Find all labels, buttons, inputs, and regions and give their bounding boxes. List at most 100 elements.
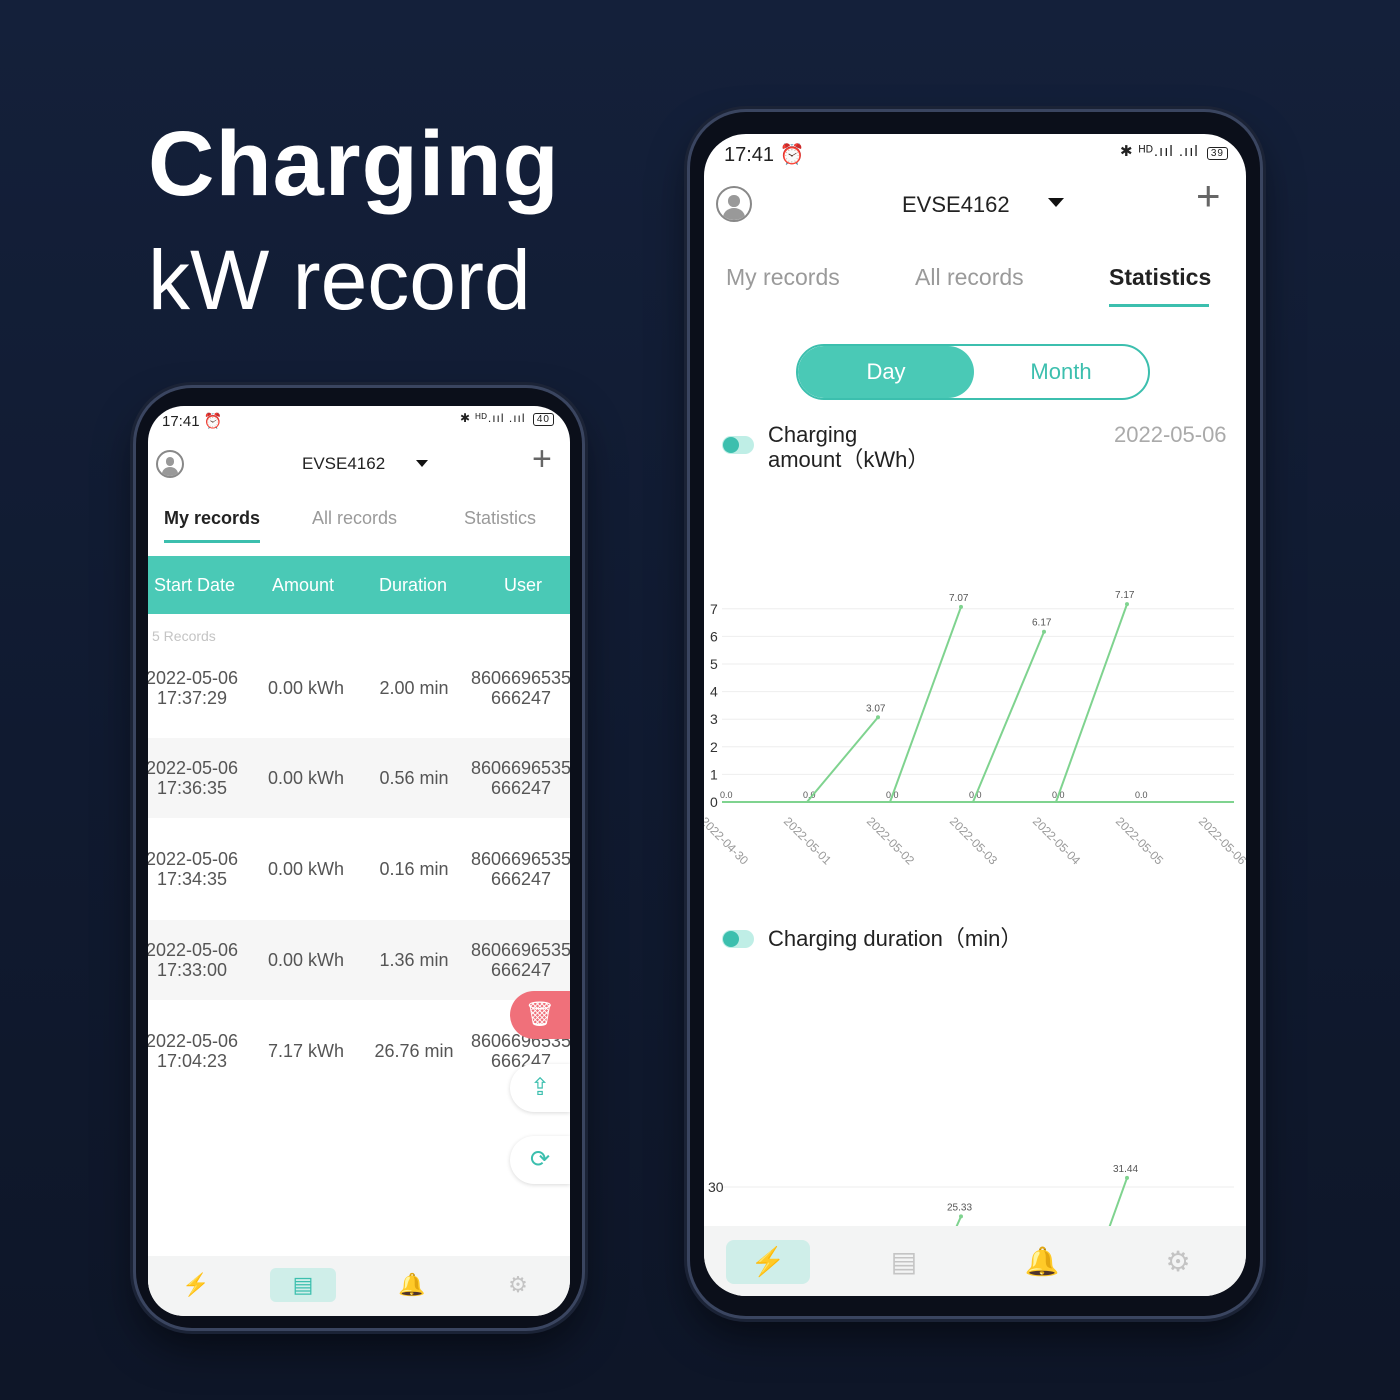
table-row[interactable]: 2022-05-06 17:33:00 0.00 kWh 1.36 min 860… xyxy=(148,920,570,1000)
tab-all-records[interactable]: All records xyxy=(312,508,397,529)
row-time: 17:33:00 xyxy=(156,960,228,980)
amount-title-1: Charging xyxy=(768,422,858,447)
document-icon: ▤ xyxy=(890,1246,918,1277)
day-month-toggle: Day Month xyxy=(796,344,1150,400)
phone-statistics: 17:41 ⏰ ✱ ᴴᴰ.ııl .ııl 39 EVSE4162 + My r… xyxy=(690,112,1260,1316)
tab-my-records[interactable]: My records xyxy=(726,264,840,291)
tab-statistics[interactable]: Statistics xyxy=(1109,264,1211,291)
data-point xyxy=(1042,629,1046,634)
row-amount: 0.00 kWh xyxy=(267,950,345,970)
row-user: 8606696535 xyxy=(470,758,570,778)
add-icon[interactable]: + xyxy=(532,440,552,479)
data-label: 25.33 xyxy=(947,1202,972,1213)
amount-series-toggle[interactable] xyxy=(722,436,754,454)
y-tick-label: 5 xyxy=(710,656,718,672)
refresh-button[interactable]: ⟳ xyxy=(510,1136,570,1184)
duration-chart-title: Charging duration（min） xyxy=(768,926,1023,951)
row-time: 17:34:35 xyxy=(156,869,228,889)
col-start-date[interactable]: Start Date xyxy=(154,575,235,596)
row-duration: 26.76 min xyxy=(374,1041,454,1061)
tab-my-records[interactable]: My records xyxy=(164,508,260,529)
series-line xyxy=(1108,1177,1128,1226)
nav-records[interactable]: ▤ xyxy=(862,1240,946,1284)
share-button[interactable]: ⇪ xyxy=(510,1064,570,1112)
series-line xyxy=(806,716,879,803)
lightning-icon: ⚡ xyxy=(750,1246,786,1277)
add-icon[interactable]: + xyxy=(1196,172,1221,220)
status-icons: ✱ ᴴᴰ.ııl .ııl 40 xyxy=(460,411,554,426)
share-icon: ⇪ xyxy=(529,1074,551,1101)
bell-icon: 🔔 xyxy=(398,1272,426,1297)
segment-month[interactable]: Month xyxy=(974,346,1148,398)
table-row[interactable]: 2022-05-06 17:34:35 0.00 kWh 0.16 min 860… xyxy=(148,829,570,909)
status-bar: 17:41 ⏰ ✱ ᴴᴰ.ııl .ııl 40 xyxy=(148,406,570,436)
chevron-down-icon[interactable] xyxy=(416,460,428,467)
table-header: Start Date Amount Duration User xyxy=(148,556,570,614)
data-label: 6.17 xyxy=(1032,618,1052,629)
x-tick-label: 2022-05-04 xyxy=(1030,814,1084,868)
col-amount[interactable]: Amount xyxy=(272,575,334,596)
avatar[interactable] xyxy=(716,186,752,222)
row-user: 8606696535 xyxy=(470,668,570,688)
x-tick-label: 2022-05-06 xyxy=(1196,814,1246,868)
y-tick-label: 6 xyxy=(710,628,718,644)
row-date: 2022-05-06 xyxy=(148,668,239,688)
segment-day[interactable]: Day xyxy=(798,346,974,398)
x-tick-label: 2022-05-02 xyxy=(864,814,918,868)
x-tick-label: 2022-05-01 xyxy=(781,814,835,868)
tab-statistics[interactable]: Statistics xyxy=(464,508,536,529)
delete-button[interactable]: 🗑 xyxy=(510,991,570,1039)
row-duration: 1.36 min xyxy=(379,950,449,970)
device-selector[interactable]: EVSE4162 xyxy=(302,454,385,474)
tab-all-records[interactable]: All records xyxy=(915,264,1024,291)
signal-icons: ✱ ᴴᴰ.ııl .ııl xyxy=(459,411,530,425)
status-time: 17:41 ⏰ xyxy=(724,144,805,166)
data-point xyxy=(1125,602,1129,607)
lightning-icon: ⚡ xyxy=(182,1272,210,1297)
data-label: 31.44 xyxy=(1113,1164,1138,1175)
chevron-down-icon[interactable] xyxy=(1048,198,1064,207)
col-user[interactable]: User xyxy=(504,575,542,596)
nav-charge[interactable]: ⚡ xyxy=(726,1240,810,1284)
y-tick-label: 1 xyxy=(710,766,718,782)
table-row[interactable]: 2022-05-06 17:04:23 7.17 kWh 26.76 min 86… xyxy=(148,1011,570,1091)
tab-underline xyxy=(1109,304,1209,307)
selected-date[interactable]: 2022-05-06 xyxy=(1114,422,1227,448)
nav-settings[interactable]: ⚙ xyxy=(488,1268,548,1302)
series-line xyxy=(972,631,1045,803)
amount-chart: 012345670.00.00.00.00.00.03.077.076.177.… xyxy=(704,590,1246,868)
record-count: 5 Records xyxy=(152,628,216,644)
y-tick-label: 30 xyxy=(708,1179,724,1195)
device-selector[interactable]: EVSE4162 xyxy=(902,192,1010,218)
table-row[interactable]: 2022-05-06 17:36:35 0.00 kWh 0.56 min 860… xyxy=(148,738,570,818)
row-user-2: 666247 xyxy=(490,778,552,798)
statistics-screen: 17:41 ⏰ ✱ ᴴᴰ.ııl .ııl 39 EVSE4162 + My r… xyxy=(704,134,1246,1296)
nav-alerts[interactable]: 🔔 xyxy=(1000,1240,1084,1284)
table-row[interactable]: 2022-05-06 17:37:29 0.00 kWh 2.00 min 860… xyxy=(148,648,570,728)
row-time: 17:04:23 xyxy=(156,1051,228,1071)
bottom-nav: ⚡ ▤ 🔔 ⚙ xyxy=(148,1256,570,1316)
nav-charge[interactable]: ⚡ xyxy=(166,1268,226,1302)
row-amount: 0.00 kWh xyxy=(267,859,345,879)
row-duration: 2.00 min xyxy=(379,678,449,698)
x-tick-label: 2022-05-03 xyxy=(947,814,1001,868)
y-tick-label: 0 xyxy=(710,794,718,810)
status-time: 17:41 ⏰ xyxy=(162,413,223,430)
data-label: 7.07 xyxy=(949,593,969,604)
status-icons: ✱ ᴴᴰ.ııl .ııl 39 xyxy=(1120,142,1228,160)
nav-settings[interactable]: ⚙ xyxy=(1136,1240,1220,1284)
phone-records: 17:41 ⏰ ✱ ᴴᴰ.ııl .ııl 40 EVSE4162 + My r… xyxy=(136,388,582,1328)
nav-alerts[interactable]: 🔔 xyxy=(382,1268,442,1302)
headline-line-2: kW record xyxy=(148,233,531,327)
status-bar: 17:41 ⏰ ✱ ᴴᴰ.ııl .ııl 39 xyxy=(704,134,1246,172)
data-point xyxy=(876,715,880,720)
row-time: 17:37:29 xyxy=(156,688,228,708)
col-duration[interactable]: Duration xyxy=(379,575,447,596)
x-tick-label: 2022-04-30 xyxy=(704,814,751,868)
duration-series-toggle[interactable] xyxy=(722,930,754,948)
y-tick-label: 2 xyxy=(710,739,718,755)
gear-icon: ⚙ xyxy=(508,1272,528,1297)
avatar[interactable] xyxy=(156,450,184,478)
nav-records[interactable]: ▤ xyxy=(270,1268,336,1302)
row-user-2: 666247 xyxy=(490,869,552,889)
